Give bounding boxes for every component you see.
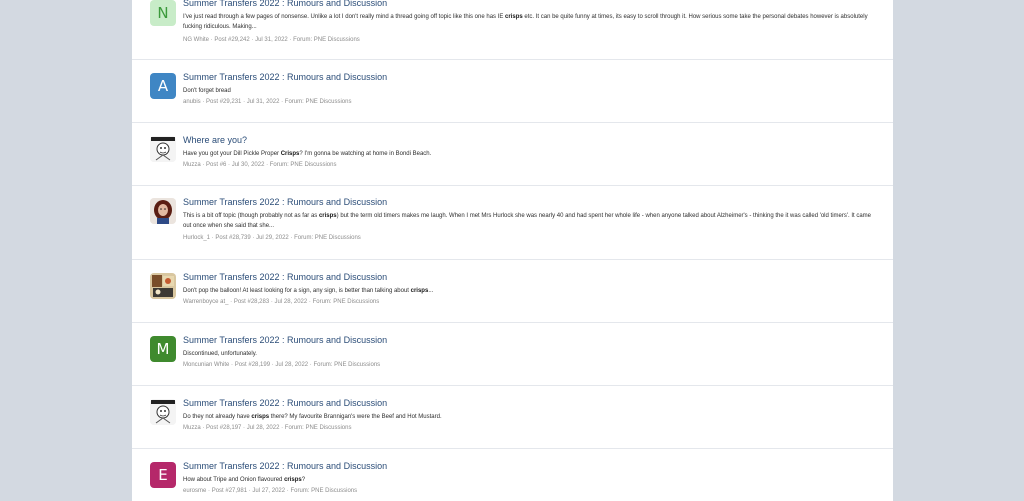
author-link[interactable]: Warrenboyce at_	[183, 299, 228, 305]
result-snippet: Don't forget bread	[183, 88, 231, 94]
list-item: Summer Transfers 2022 : Rumours and Disc…	[132, 260, 893, 323]
author-link[interactable]: Muzza	[183, 162, 201, 168]
result-meta: Warrenboyce at_ · Post #28,283 · Jul 28,…	[183, 299, 380, 305]
result-title-link[interactable]: Summer Transfers 2022 : Rumours and Disc…	[183, 0, 387, 8]
post-date: Jul 30, 2022	[231, 162, 265, 168]
result-snippet: Do they not already have crisps there? M…	[183, 414, 442, 420]
avatar[interactable]: A	[150, 73, 176, 99]
list-item: Where are you? Have you got your Dill Pi…	[132, 123, 893, 186]
result-meta: NG White · Post #29,242 · Jul 31, 2022 ·…	[183, 37, 360, 43]
result-snippet: How about Tripe and Onion flavoured cris…	[183, 477, 306, 483]
author-link[interactable]: Muzza	[183, 425, 201, 431]
avatar[interactable]	[150, 273, 176, 299]
post-date: Jul 28, 2022	[275, 362, 309, 368]
forum-link[interactable]: Forum: PNE Discussions	[270, 162, 337, 168]
mascot-sticker-icon	[150, 399, 176, 425]
result-snippet: This is a bit off topic (though probably…	[183, 213, 872, 229]
post-date: Jul 29, 2022	[256, 235, 289, 241]
author-link[interactable]: NG White	[183, 37, 209, 43]
result-meta: Moncunian White · Post #28,199 · Jul 28,…	[183, 362, 381, 368]
result-meta: Muzza · Post #6 · Jul 30, 2022 · Forum: …	[183, 162, 337, 168]
result-snippet: I've just read through a few pages of no…	[183, 14, 868, 30]
result-title-link[interactable]: Summer Transfers 2022 : Rumours and Disc…	[183, 335, 387, 345]
list-item: N Summer Transfers 2022 : Rumours and Di…	[132, 0, 893, 60]
search-results-panel: N Summer Transfers 2022 : Rumours and Di…	[132, 0, 893, 501]
result-snippet: Discontinued, unfortunately.	[183, 351, 257, 357]
forum-link[interactable]: Forum: PNE Discussions	[313, 362, 380, 368]
result-title-link[interactable]: Summer Transfers 2022 : Rumours and Disc…	[183, 72, 387, 82]
post-date: Jul 28, 2022	[274, 299, 308, 305]
forum-link[interactable]: Forum: PNE Discussions	[293, 37, 360, 43]
forum-link[interactable]: Forum: PNE Discussions	[285, 425, 352, 431]
result-title-link[interactable]: Summer Transfers 2022 : Rumours and Disc…	[183, 272, 387, 282]
result-title-link[interactable]: Summer Transfers 2022 : Rumours and Disc…	[183, 461, 387, 471]
avatar[interactable]	[150, 399, 176, 425]
forum-link[interactable]: Forum: PNE Discussions	[313, 299, 380, 305]
post-link[interactable]: Post #6	[206, 162, 226, 168]
post-link[interactable]: Post #28,283	[234, 299, 269, 305]
post-link[interactable]: Post #27,981	[212, 488, 247, 494]
author-link[interactable]: Hurlock_1	[183, 235, 210, 241]
avatar[interactable]	[150, 198, 176, 224]
post-link[interactable]: Post #29,242	[214, 37, 249, 43]
result-snippet: Have you got your Dill Pickle Proper Cri…	[183, 151, 432, 157]
result-snippet: Don't pop the balloon! At least looking …	[183, 288, 434, 294]
result-meta: Hurlock_1 · Post #28,739 · Jul 29, 2022 …	[183, 235, 361, 241]
author-link[interactable]: eurosme	[183, 488, 206, 494]
person-portrait-icon	[150, 198, 176, 224]
post-link[interactable]: Post #28,197	[206, 425, 241, 431]
list-item: Summer Transfers 2022 : Rumours and Disc…	[132, 186, 893, 260]
author-link[interactable]: anubis	[183, 99, 201, 105]
avatar[interactable]	[150, 136, 176, 162]
list-item: Summer Transfers 2022 : Rumours and Disc…	[132, 386, 893, 449]
result-meta: Muzza · Post #28,197 · Jul 28, 2022 · Fo…	[183, 425, 352, 431]
author-link[interactable]: Moncunian White	[183, 362, 229, 368]
post-link[interactable]: Post #29,231	[206, 99, 241, 105]
result-title-link[interactable]: Summer Transfers 2022 : Rumours and Disc…	[183, 398, 387, 408]
post-link[interactable]: Post #28,199	[235, 362, 270, 368]
avatar[interactable]: N	[150, 0, 176, 26]
avatar[interactable]: M	[150, 336, 176, 362]
result-meta: anubis · Post #29,231 · Jul 31, 2022 · F…	[183, 99, 352, 105]
avatar[interactable]: E	[150, 462, 176, 488]
post-date: Jul 31, 2022	[255, 37, 288, 43]
list-item: M Summer Transfers 2022 : Rumours and Di…	[132, 323, 893, 386]
search-results-list: N Summer Transfers 2022 : Rumours and Di…	[132, 0, 893, 501]
post-date: Jul 31, 2022	[246, 99, 280, 105]
list-item: A Summer Transfers 2022 : Rumours and Di…	[132, 60, 893, 123]
forum-link[interactable]: Forum: PNE Discussions	[290, 488, 357, 494]
result-title-link[interactable]: Summer Transfers 2022 : Rumours and Disc…	[183, 197, 387, 207]
mascot-sticker-icon	[150, 136, 176, 162]
post-link[interactable]: Post #28,739	[215, 235, 250, 241]
result-meta: eurosme · Post #27,981 · Jul 27, 2022 · …	[183, 488, 358, 494]
post-date: Jul 28, 2022	[246, 425, 280, 431]
list-item: E Summer Transfers 2022 : Rumours and Di…	[132, 449, 893, 501]
forum-link[interactable]: Forum: PNE Discussions	[294, 235, 361, 241]
forum-link[interactable]: Forum: PNE Discussions	[285, 99, 352, 105]
comic-art-icon	[150, 273, 176, 299]
result-title-link[interactable]: Where are you?	[183, 135, 247, 145]
post-date: Jul 27, 2022	[252, 488, 286, 494]
